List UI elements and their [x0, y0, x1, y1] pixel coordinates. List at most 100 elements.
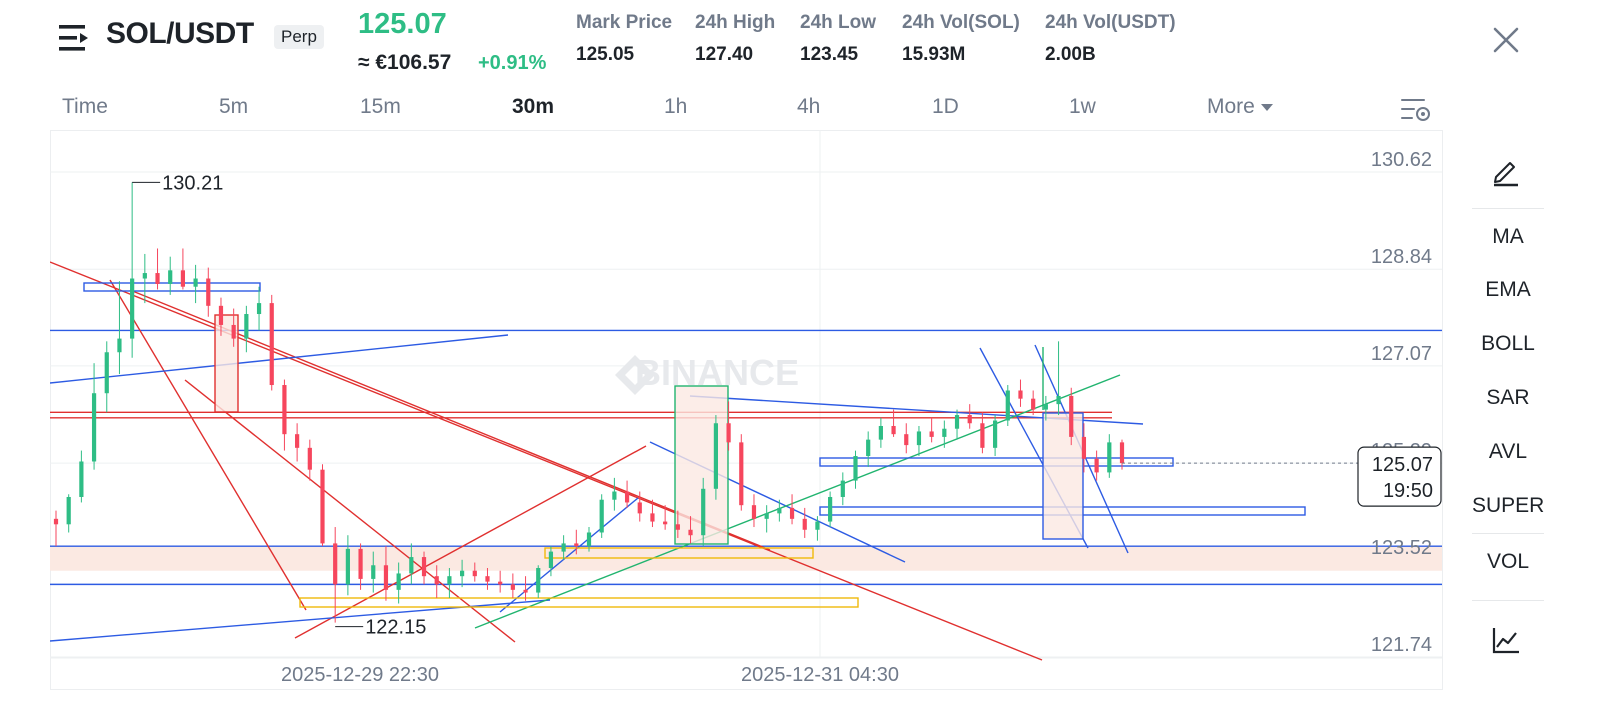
indicator-vol[interactable]: VOL — [1472, 533, 1544, 574]
chart-frame — [50, 130, 1443, 690]
tab-1w[interactable]: 1w — [1069, 95, 1096, 119]
candle-body — [421, 557, 427, 577]
candle-body — [866, 439, 871, 457]
candle-body — [383, 565, 389, 590]
stat-value: 125.05 — [576, 44, 635, 65]
indicator-super[interactable]: SUPER — [1472, 494, 1544, 518]
symbol-title[interactable]: SOL/USDT — [106, 17, 254, 51]
candle-body — [954, 415, 960, 429]
candle-body — [91, 393, 97, 462]
candle-body — [891, 425, 896, 435]
candle-body — [155, 273, 160, 284]
candle-body — [561, 543, 566, 552]
tab-15m[interactable]: 15m — [360, 95, 401, 119]
box-annotation — [1042, 412, 1084, 540]
candle-body — [751, 505, 757, 519]
candle-body — [828, 496, 833, 522]
indicator-boll[interactable]: BOLL — [1472, 332, 1544, 356]
candle-body — [1018, 390, 1023, 399]
last-price: 125.07 — [358, 8, 447, 40]
divider — [1472, 600, 1544, 601]
candle-body — [523, 589, 528, 593]
candle-body — [612, 491, 617, 500]
candle-body — [675, 524, 680, 530]
draw-pencil-icon[interactable] — [1490, 155, 1522, 187]
indicator-avl[interactable]: AVL — [1472, 440, 1544, 464]
candle-body — [79, 461, 84, 497]
stat-24h-vol-usdt: 24h Vol(USDT) 2.00B — [1045, 12, 1176, 66]
indicator-ema[interactable]: EMA — [1472, 278, 1544, 302]
chart-settings-icon[interactable] — [1400, 96, 1432, 124]
indicators-chart-icon[interactable] — [1490, 624, 1522, 656]
stat-value: 2.00B — [1045, 44, 1096, 65]
candle-body — [548, 551, 554, 568]
close-icon[interactable] — [1490, 24, 1522, 56]
indicator-sar[interactable]: SAR — [1472, 386, 1544, 410]
tab-1d[interactable]: 1D — [932, 95, 959, 119]
stat-mark-price: Mark Price 125.05 — [576, 12, 672, 66]
candle-body — [777, 507, 782, 514]
candle-body — [929, 431, 934, 437]
candle-body — [1081, 436, 1087, 459]
stat-label: 24h Vol(USDT) — [1045, 12, 1176, 33]
candle-body — [409, 557, 414, 574]
candle-body — [396, 573, 401, 590]
candle-body — [307, 447, 312, 470]
candle-body — [574, 543, 579, 547]
x-axis-tick-label: 2025-12-31 04:30 — [741, 664, 899, 686]
menu-icon[interactable] — [58, 22, 90, 54]
x-axis-tick-label: 2025-12-29 22:30 — [281, 664, 439, 686]
candle-body — [130, 278, 135, 339]
stat-24h-low: 24h Low 123.45 — [800, 12, 876, 66]
price-chart[interactable]: BINANCE130.21122.15130.62128.84127.07125… — [50, 130, 1445, 690]
candle-body — [916, 431, 922, 446]
change-percent: +0.91% — [478, 52, 547, 74]
candle-body — [498, 581, 503, 585]
candle-body — [218, 305, 224, 325]
candle-body — [599, 499, 604, 533]
contract-type-badge: Perp — [274, 25, 324, 49]
candle-body — [333, 543, 338, 585]
candle-body — [1107, 442, 1112, 473]
candle-body — [256, 303, 262, 315]
candle-body — [434, 576, 439, 585]
candle-body — [701, 488, 706, 536]
tab-more-label: More — [1207, 95, 1255, 118]
y-axis-tick-label: 127.07 — [1371, 343, 1432, 365]
stat-value: 127.40 — [695, 44, 754, 65]
candle-countdown: 19:50 — [1383, 480, 1433, 502]
fiat-price: ≈ €106.57 — [358, 51, 452, 74]
candle-body — [295, 434, 300, 448]
tab-5m[interactable]: 5m — [219, 95, 248, 119]
candle-body — [1069, 395, 1074, 437]
chevron-down-icon — [1260, 103, 1273, 111]
tab-30m[interactable]: 30m — [512, 95, 554, 119]
candle-body — [510, 584, 515, 590]
candle-body — [231, 324, 236, 339]
indicator-ma[interactable]: MA — [1472, 208, 1544, 249]
interval-tabs: Time 5m 15m 30m 1h 4h 1D 1w More — [52, 95, 1442, 125]
candle-body — [1119, 442, 1125, 464]
stat-value: 123.45 — [800, 44, 859, 65]
stat-24h-high: 24h High 127.40 — [695, 12, 775, 66]
candle-body — [180, 270, 186, 287]
candle-body — [663, 521, 668, 525]
candle-body — [536, 567, 541, 593]
candle-body — [117, 338, 122, 353]
tab-1h[interactable]: 1h — [664, 95, 687, 119]
candle-body — [66, 496, 71, 525]
tab-more[interactable]: More — [1207, 95, 1273, 119]
candle-body — [1031, 398, 1036, 410]
candle-body — [967, 415, 972, 424]
candle-body — [282, 385, 287, 435]
last-price-axis-label: 125.07 — [1372, 454, 1433, 476]
candle-body — [840, 480, 845, 497]
candle-body — [713, 423, 719, 489]
tab-time[interactable]: Time — [62, 95, 108, 119]
candle-body — [53, 518, 59, 525]
tab-4h[interactable]: 4h — [797, 95, 820, 119]
stat-label: Mark Price — [576, 12, 673, 33]
candle-body — [637, 502, 642, 514]
candle-body — [345, 548, 350, 585]
candle-body — [358, 548, 363, 579]
